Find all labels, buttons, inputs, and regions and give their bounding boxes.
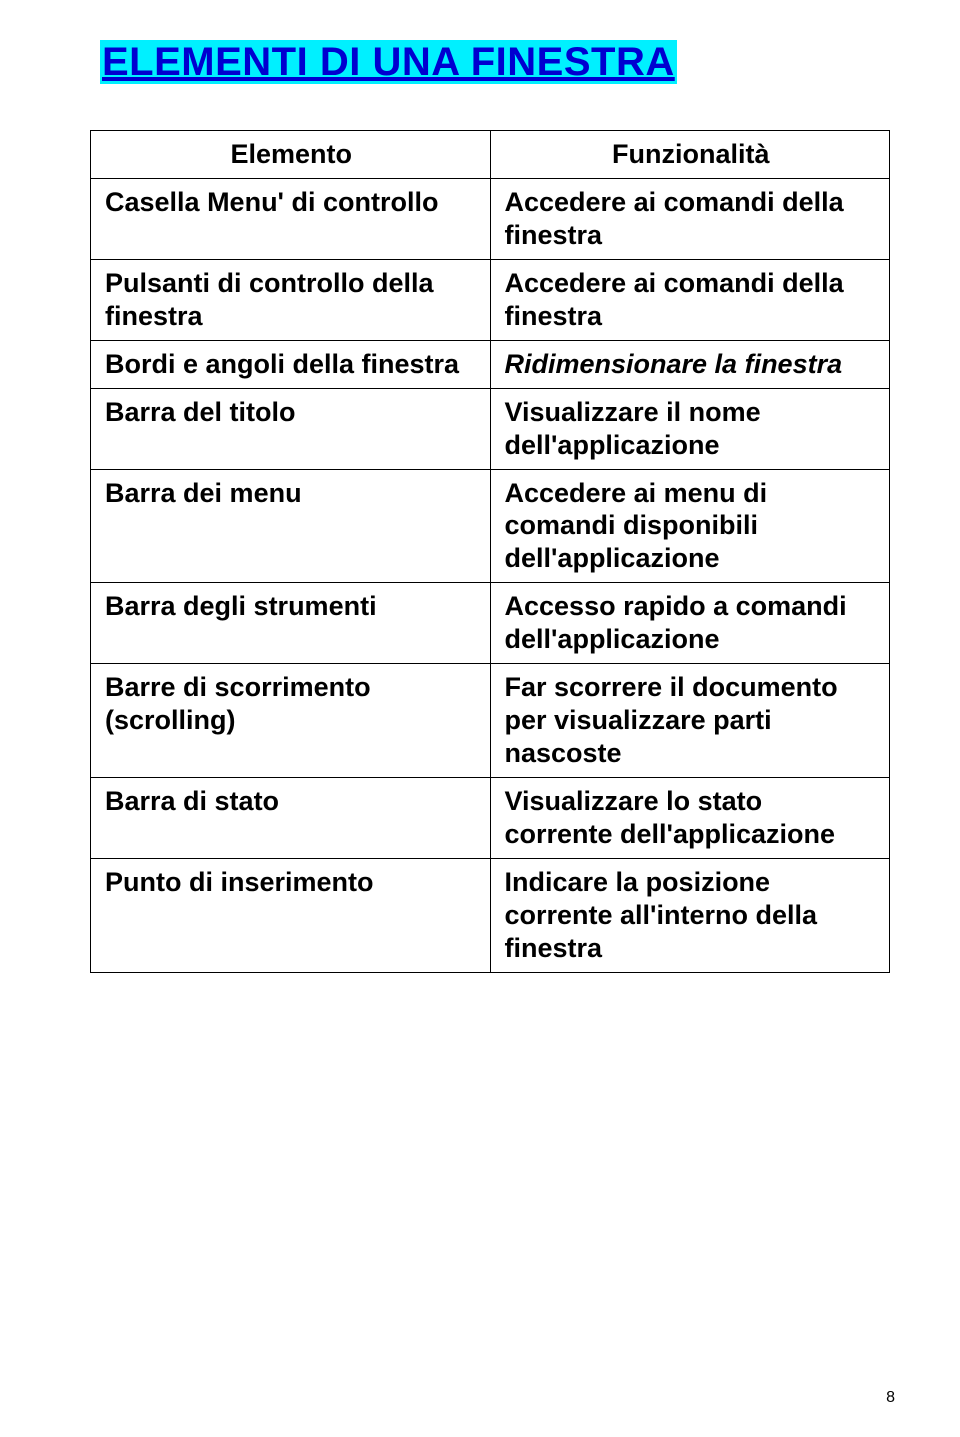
table-row: Barra degli strumenti Accesso rapido a c… (91, 583, 890, 664)
table-row: Casella Menu' di controllo Accedere ai c… (91, 178, 890, 259)
table-row: Punto di inserimento Indicare la posizio… (91, 858, 890, 972)
table-row: Bordi e angoli della finestra Ridimensio… (91, 340, 890, 388)
elements-table: Elemento Funzionalità Casella Menu' di c… (90, 130, 890, 973)
cell-funzionalita: Far scorrere il documento per visualizza… (490, 664, 890, 778)
cell-elemento: Barra di stato (91, 778, 491, 859)
cell-elemento: Barre di scorrimento (scrolling) (91, 664, 491, 778)
cell-elemento: Bordi e angoli della finestra (91, 340, 491, 388)
page: ELEMENTI DI UNA FINESTRA Elemento Funzio… (0, 0, 960, 1437)
cell-funzionalita: Ridimensionare la finestra (490, 340, 890, 388)
cell-funzionalita: Visualizzare lo stato corrente dell'appl… (490, 778, 890, 859)
cell-funzionalita: Accesso rapido a comandi dell'applicazio… (490, 583, 890, 664)
table-row: Barre di scorrimento (scrolling) Far sco… (91, 664, 890, 778)
title-wrap: ELEMENTI DI UNA FINESTRA (100, 40, 890, 85)
table-row: Barra dei menu Accedere ai menu di coman… (91, 469, 890, 583)
cell-funzionalita: Accedere ai comandi della finestra (490, 178, 890, 259)
cell-funzionalita: Accedere ai menu di comandi disponibili … (490, 469, 890, 583)
cell-elemento: Pulsanti di controllo della finestra (91, 259, 491, 340)
header-elemento: Elemento (91, 131, 491, 179)
page-number: 8 (886, 1389, 895, 1407)
table-header-row: Elemento Funzionalità (91, 131, 890, 179)
cell-funzionalita: Visualizzare il nome dell'applicazione (490, 388, 890, 469)
cell-funzionalita: Accedere ai comandi della finestra (490, 259, 890, 340)
cell-elemento: Barra del titolo (91, 388, 491, 469)
table-row: Barra di stato Visualizzare lo stato cor… (91, 778, 890, 859)
table-row: Pulsanti di controllo della finestra Acc… (91, 259, 890, 340)
cell-elemento: Casella Menu' di controllo (91, 178, 491, 259)
cell-elemento: Barra degli strumenti (91, 583, 491, 664)
cell-elemento: Punto di inserimento (91, 858, 491, 972)
cell-elemento: Barra dei menu (91, 469, 491, 583)
cell-funzionalita: Indicare la posizione corrente all'inter… (490, 858, 890, 972)
header-funzionalita: Funzionalità (490, 131, 890, 179)
table-row: Barra del titolo Visualizzare il nome de… (91, 388, 890, 469)
page-title: ELEMENTI DI UNA FINESTRA (100, 40, 677, 84)
